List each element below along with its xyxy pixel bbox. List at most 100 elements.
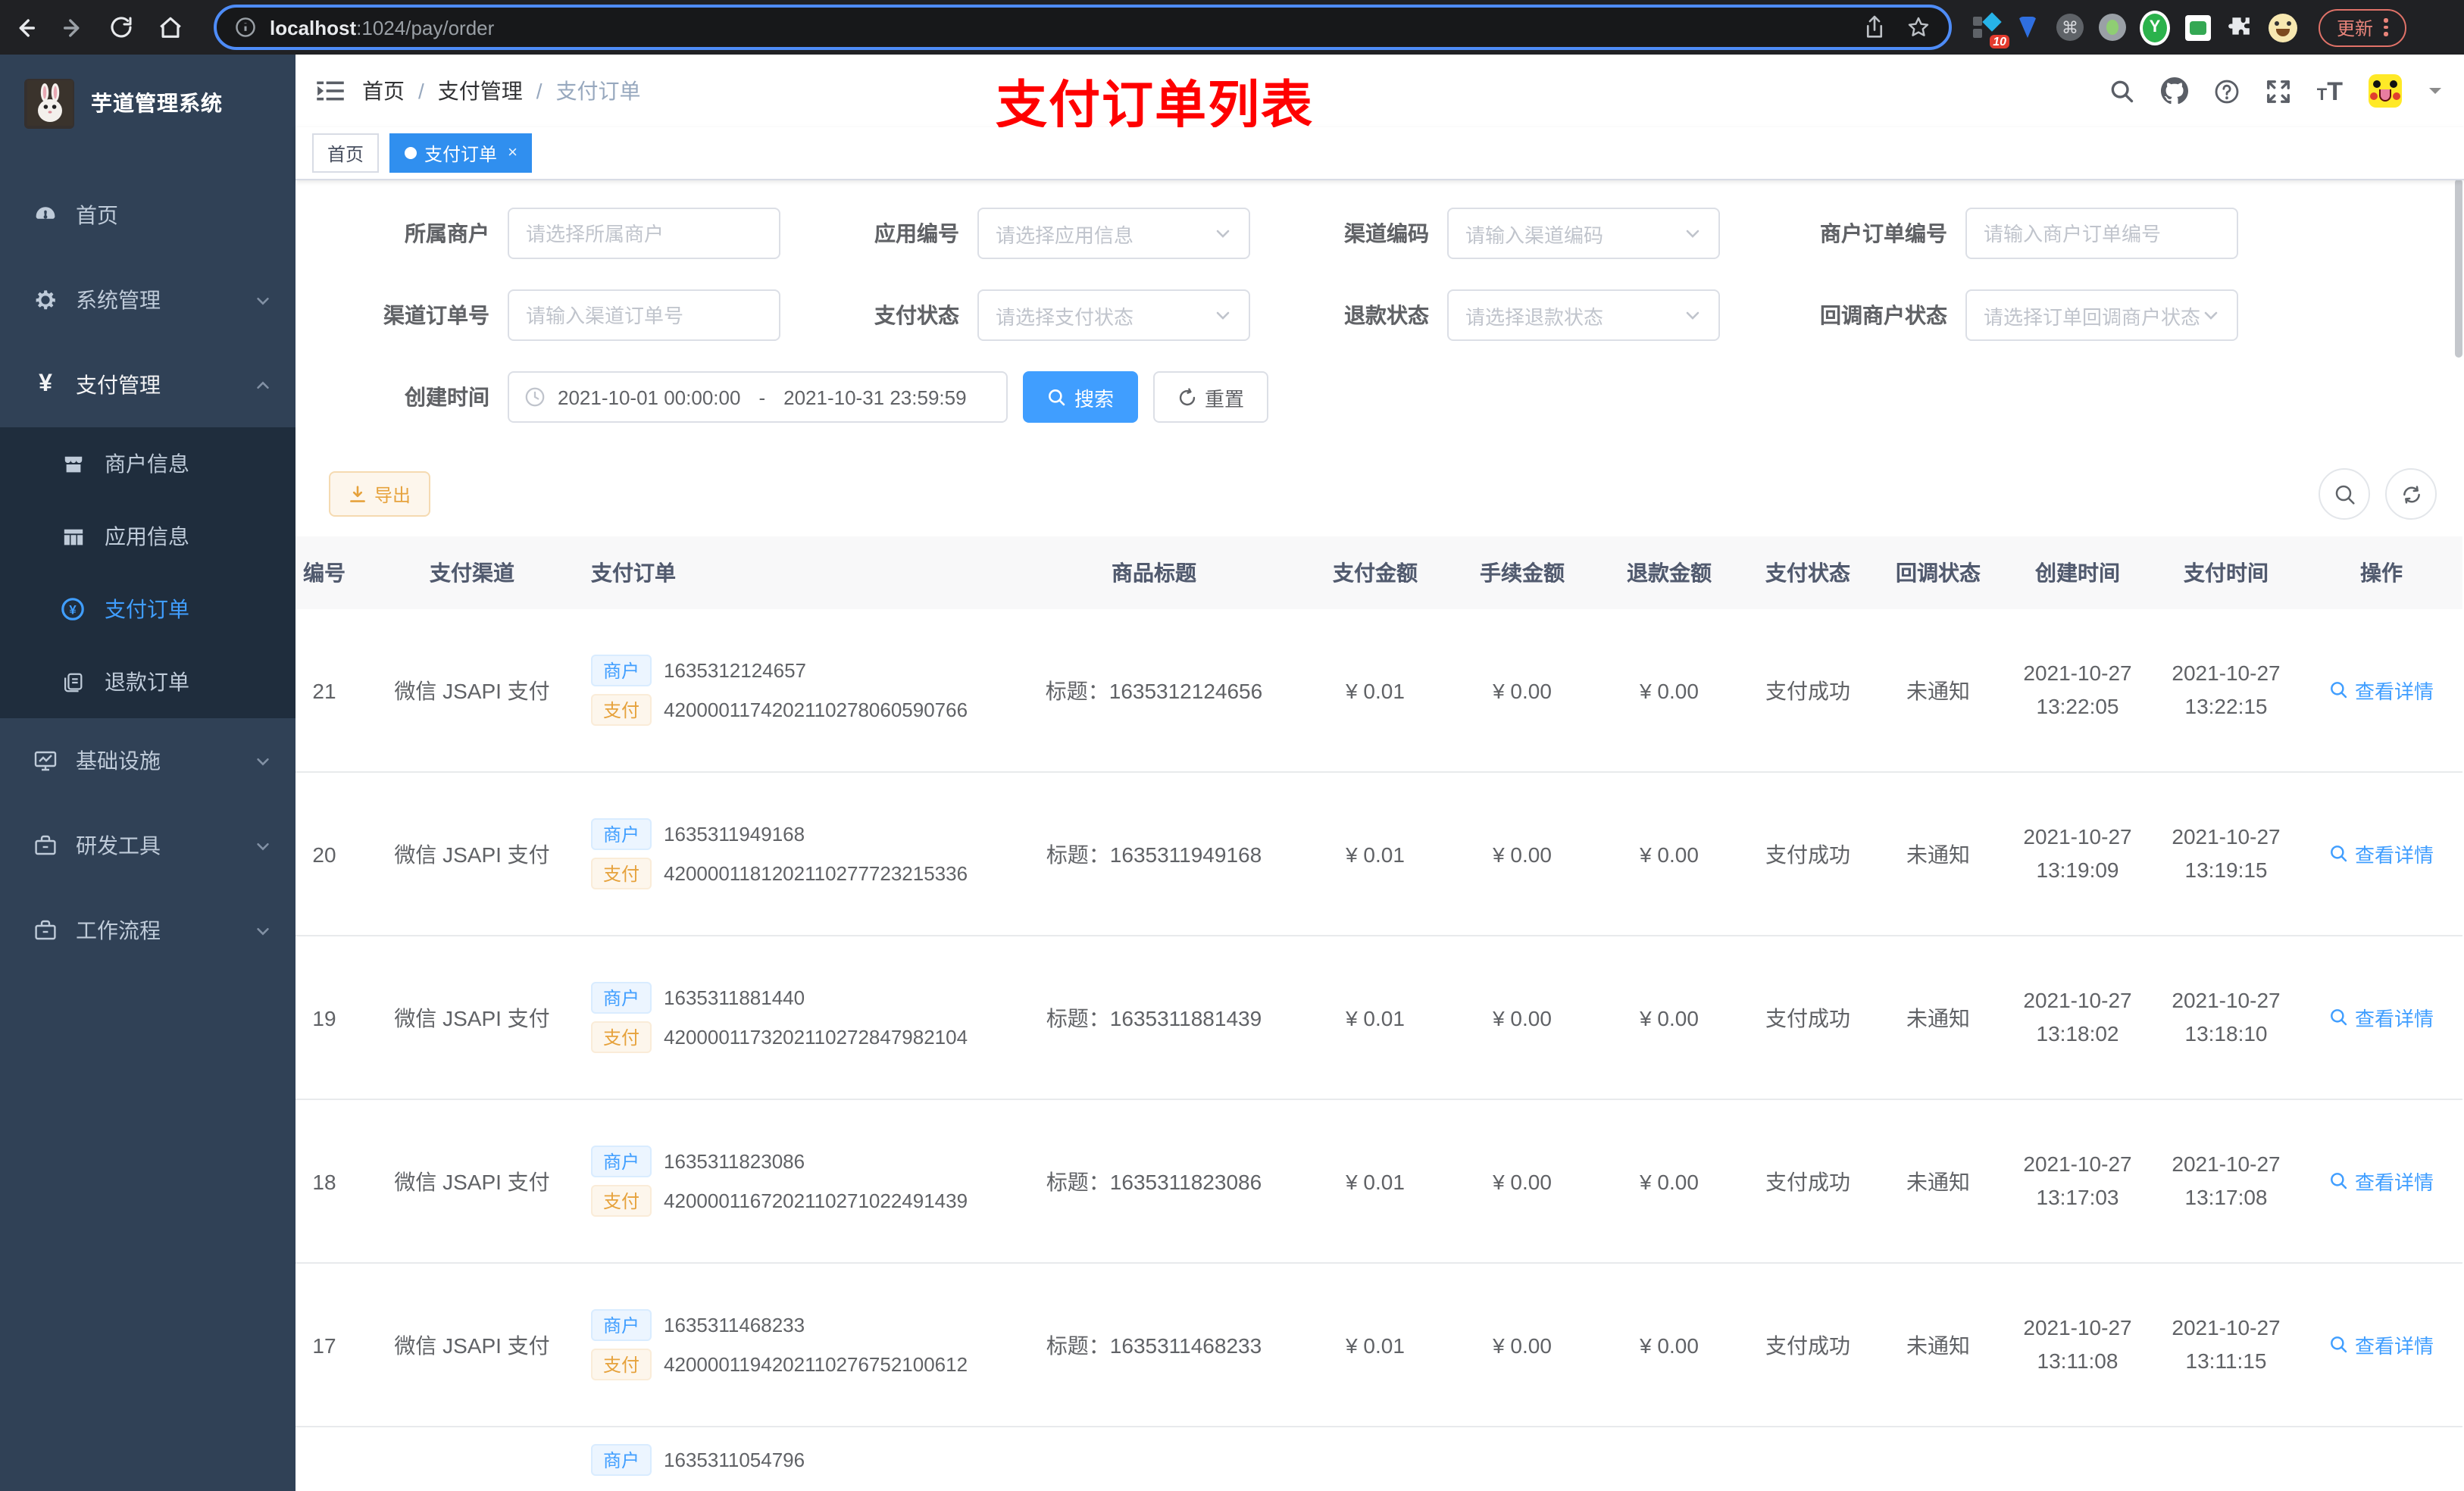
pay-status: 支付成功 bbox=[1743, 1263, 1873, 1427]
fullscreen-icon[interactable] bbox=[2265, 78, 2291, 104]
extension-y-icon[interactable]: Y bbox=[2140, 10, 2170, 45]
refresh-icon[interactable] bbox=[2385, 468, 2437, 520]
pay-tag: 支付 bbox=[591, 858, 652, 889]
font-size-icon[interactable]: TT bbox=[2317, 78, 2343, 104]
field-label: 商户订单编号 bbox=[1820, 221, 1947, 245]
notify-status-select[interactable]: 请选择订单回调商户状态 bbox=[1965, 289, 2238, 341]
close-icon[interactable]: × bbox=[508, 144, 518, 162]
app-select[interactable]: 请选择应用信息 bbox=[977, 208, 1250, 259]
pay-status bbox=[1743, 1427, 1873, 1491]
create-time-range-picker[interactable]: 2021-10-01 00:00:00 - 2021-10-31 23:59:5… bbox=[508, 371, 1008, 423]
pay-amount: ¥ 0.01 bbox=[1302, 936, 1449, 1100]
reset-button[interactable]: 重置 bbox=[1153, 371, 1269, 423]
gear-icon bbox=[33, 288, 58, 312]
payment-submenu: 商户信息 应用信息 ¥ 支付订单 退款订单 bbox=[0, 427, 295, 718]
extension-command-icon[interactable]: ⌘ bbox=[2055, 12, 2085, 42]
view-detail-link[interactable]: 查看详情 bbox=[2329, 1003, 2434, 1032]
tab-pay-order[interactable]: 支付订单 × bbox=[389, 133, 533, 173]
sidebar-item-refund-order[interactable]: 退款订单 bbox=[0, 645, 295, 718]
refund-status-select[interactable]: 请选择退款状态 bbox=[1447, 289, 1720, 341]
browser-menu-icon[interactable] bbox=[2384, 18, 2388, 36]
breadcrumb-pay-mgmt[interactable]: 支付管理 bbox=[438, 76, 523, 106]
notify-status: 未通知 bbox=[1873, 609, 2003, 773]
product-title bbox=[1006, 1427, 1302, 1491]
pay-status-select[interactable]: 请选择支付状态 bbox=[977, 289, 1250, 341]
window-scrollbar[interactable] bbox=[2455, 179, 2462, 358]
back-icon[interactable] bbox=[0, 0, 48, 55]
product-title: 标题：1635311823086 bbox=[1006, 1099, 1302, 1264]
bookmark-star-icon[interactable] bbox=[1906, 15, 1931, 39]
sidebar-item-home[interactable]: 首页 bbox=[0, 173, 295, 258]
caret-down-icon[interactable] bbox=[2428, 83, 2443, 98]
merchant-order-no: 1635311881440 bbox=[664, 986, 805, 1009]
col-fee: 手续金额 bbox=[1449, 536, 1596, 609]
view-detail-link[interactable]: 查看详情 bbox=[2329, 676, 2434, 705]
sidebar-toggle-icon[interactable] bbox=[295, 79, 362, 103]
chevron-up-icon bbox=[255, 377, 271, 393]
channel-order-no-input[interactable] bbox=[508, 289, 780, 341]
actions-cell: 查看详情 bbox=[2300, 772, 2462, 936]
field-label: 所属商户 bbox=[405, 221, 489, 245]
col-id: 编号 bbox=[295, 536, 392, 609]
github-icon[interactable] bbox=[2160, 77, 2188, 105]
profile-avatar-icon[interactable] bbox=[2267, 12, 2297, 42]
reload-icon[interactable] bbox=[97, 0, 145, 55]
storefront-icon bbox=[61, 452, 85, 476]
extension-chat-icon[interactable] bbox=[2182, 12, 2212, 42]
merchant-select-input[interactable] bbox=[508, 208, 780, 259]
extension-grid-icon[interactable]: 10 bbox=[1970, 12, 2009, 48]
sidebar-item-pay-order[interactable]: ¥ 支付订单 bbox=[0, 573, 295, 645]
header-search-icon[interactable] bbox=[2109, 78, 2135, 104]
pay-channel: 微信 JSAPI 支付 bbox=[392, 609, 552, 773]
screen: localhost:1024/pay/order 10 ⌘ Y 更新 芋道管理系… bbox=[0, 0, 2464, 1491]
view-detail-link[interactable]: 查看详情 bbox=[2329, 1330, 2434, 1359]
actions-cell: 查看详情 bbox=[2300, 609, 2462, 773]
pay-channel: 微信 JSAPI 支付 bbox=[392, 772, 552, 936]
sidebar-item-payment[interactable]: ¥ 支付管理 bbox=[0, 342, 295, 427]
extension-record-icon[interactable] bbox=[2097, 12, 2128, 42]
pay-order-cell: 商户 1635311468233 支付 42000011942021102767… bbox=[552, 1263, 1006, 1427]
refund-amount bbox=[1596, 1427, 1743, 1491]
sidebar: 芋道管理系统 首页 系统管理 ¥ 支付管理 商户信息 应用信息 ¥ 支付订单 退… bbox=[0, 55, 295, 1491]
col-amount: 支付金额 bbox=[1302, 536, 1449, 609]
search-button[interactable]: 搜索 bbox=[1023, 371, 1139, 423]
home-icon[interactable] bbox=[145, 0, 194, 55]
sidebar-item-dev-tools[interactable]: 研发工具 bbox=[0, 803, 295, 888]
address-bar[interactable]: localhost:1024/pay/order bbox=[214, 5, 1952, 50]
pay-status: 支付成功 bbox=[1743, 1099, 1873, 1264]
help-icon[interactable] bbox=[2214, 78, 2240, 104]
user-avatar[interactable] bbox=[2369, 74, 2402, 108]
fee-amount: ¥ 0.00 bbox=[1449, 1263, 1596, 1427]
create-time: 2021-10-27 13:11:08 bbox=[2003, 1263, 2152, 1427]
forward-icon[interactable] bbox=[48, 0, 97, 55]
chevron-down-icon bbox=[2202, 306, 2220, 324]
view-detail-link[interactable]: 查看详情 bbox=[2329, 839, 2434, 868]
pay-amount: ¥ 0.01 bbox=[1302, 609, 1449, 773]
order-id: 19 bbox=[295, 936, 392, 1100]
export-button[interactable]: 导出 bbox=[329, 471, 431, 517]
sidebar-item-infrastructure[interactable]: 基础设施 bbox=[0, 718, 295, 803]
sidebar-item-app-info[interactable]: 应用信息 bbox=[0, 500, 295, 573]
sidebar-item-workflow[interactable]: 工作流程 bbox=[0, 888, 295, 973]
app-logo[interactable]: 芋道管理系统 bbox=[0, 55, 295, 152]
field-label: 支付状态 bbox=[874, 303, 959, 327]
sidebar-item-merchant-info[interactable]: 商户信息 bbox=[0, 427, 295, 500]
extensions-puzzle-icon[interactable] bbox=[2225, 12, 2255, 42]
notify-status: 未通知 bbox=[1873, 1263, 2003, 1427]
table-row: 19 微信 JSAPI 支付 商户 1635311881440 支付 42000… bbox=[295, 936, 2462, 1100]
merchant-order-no-input[interactable] bbox=[1965, 208, 2238, 259]
share-icon[interactable] bbox=[1864, 15, 1885, 39]
breadcrumb-home[interactable]: 首页 bbox=[362, 76, 405, 106]
pay-amount: ¥ 0.01 bbox=[1302, 1099, 1449, 1264]
top-navbar: 首页 / 支付管理 / 支付订单 支付订单列表 T T bbox=[295, 55, 2464, 135]
tab-home[interactable]: 首页 bbox=[312, 133, 380, 173]
extension-kite-icon[interactable] bbox=[2012, 12, 2043, 42]
toggle-search-icon[interactable] bbox=[2319, 468, 2370, 520]
channel-code-select[interactable]: 请输入渠道编码 bbox=[1447, 208, 1720, 259]
view-detail-link[interactable]: 查看详情 bbox=[2329, 1167, 2434, 1196]
chrome-update-button[interactable]: 更新 bbox=[2319, 8, 2406, 46]
sidebar-item-system[interactable]: 系统管理 bbox=[0, 258, 295, 342]
merchant-tag: 商户 bbox=[591, 655, 652, 686]
site-info-icon[interactable] bbox=[235, 17, 256, 38]
create-time bbox=[2003, 1427, 2152, 1491]
